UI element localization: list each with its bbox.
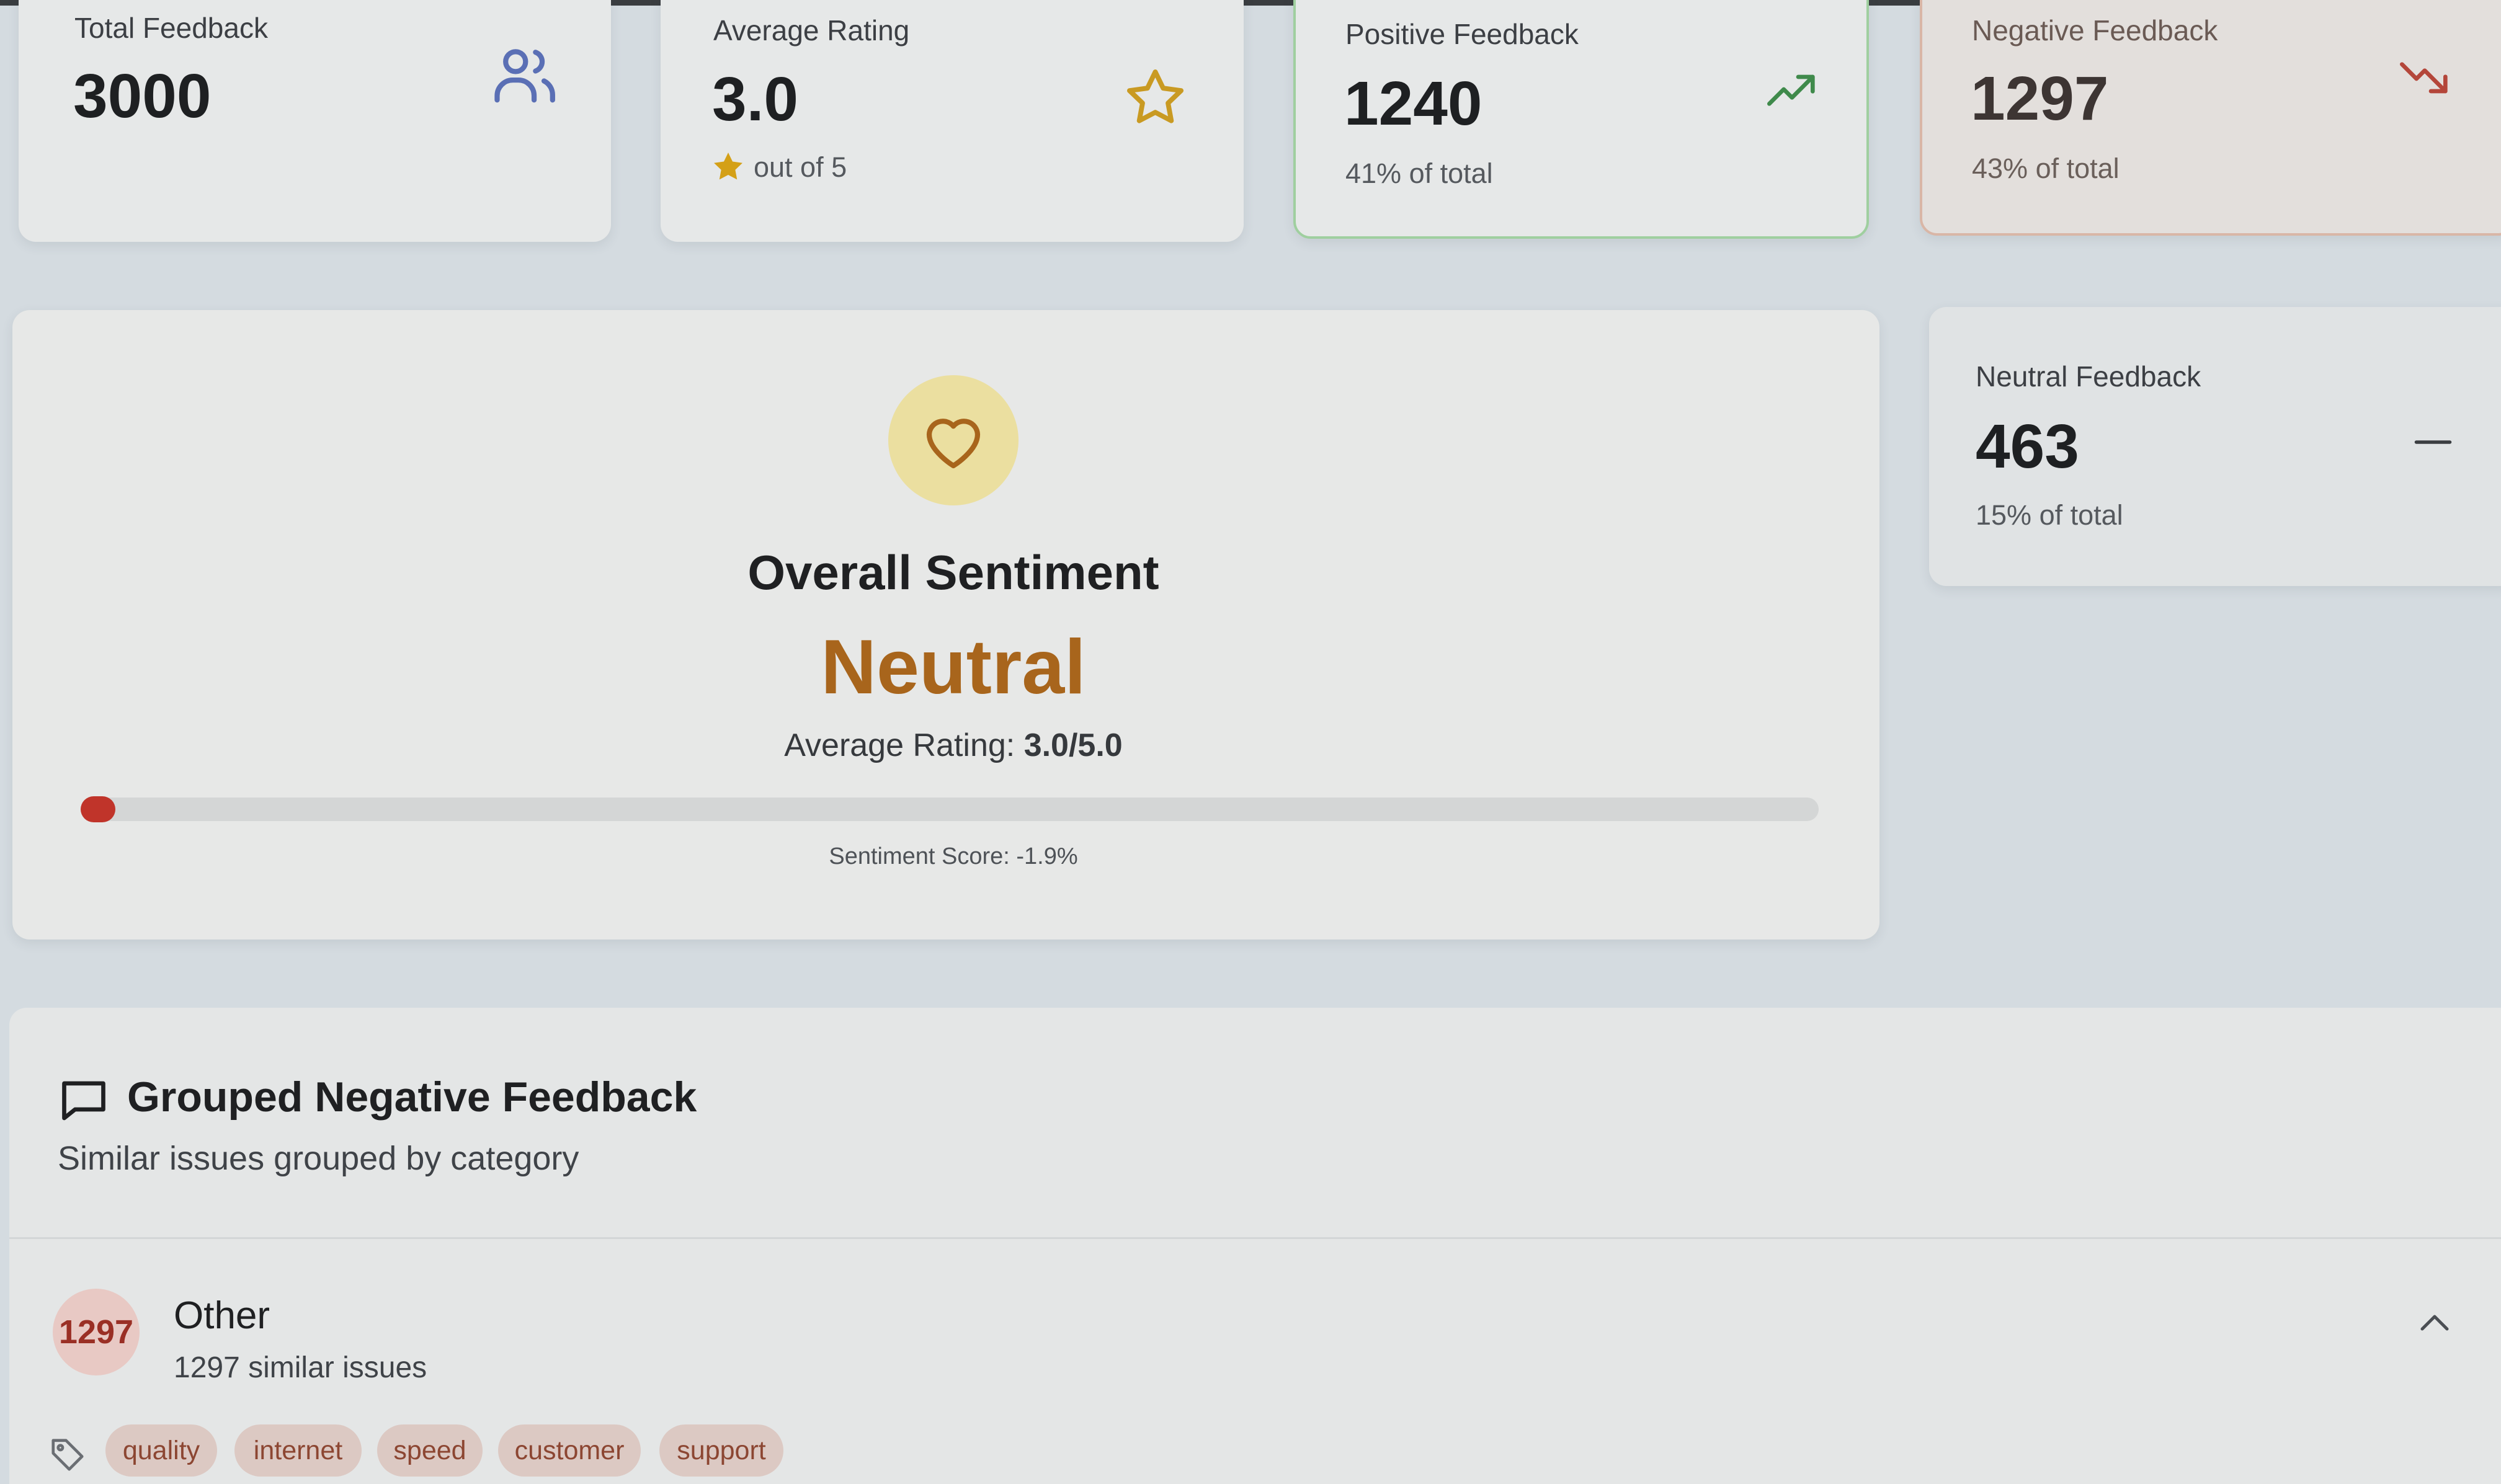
minus-icon <box>2413 438 2453 446</box>
average-rating-value: 3.0 <box>712 64 799 134</box>
rating-prefix: Average Rating: <box>784 727 1024 763</box>
dashboard: Total Feedback 3000 Average Rating 3.0 o… <box>0 0 2501 1484</box>
total-feedback-value: 3000 <box>73 61 212 131</box>
average-rating-label: Average Rating <box>713 14 910 47</box>
heart-icon-circle <box>888 375 1019 505</box>
neutral-feedback-label: Neutral Feedback <box>1976 360 2201 393</box>
negative-feedback-label: Negative Feedback <box>1972 14 2218 47</box>
average-rating-card: Average Rating 3.0 out of 5 <box>661 0 1244 242</box>
negative-feedback-sub: 43% of total <box>1972 153 2120 184</box>
negative-feedback-value: 1297 <box>1971 64 2109 133</box>
sentiment-progress-indicator <box>81 796 115 822</box>
chevron-up-icon[interactable] <box>2416 1310 2453 1335</box>
grouped-negative-feedback-section: Grouped Negative Feedback Similar issues… <box>9 1008 2501 1484</box>
average-rating-sub: out of 5 <box>754 151 847 183</box>
overall-sentiment-title: Overall Sentiment <box>747 545 1159 600</box>
group-count-badge: 1297 <box>53 1289 140 1375</box>
neutral-feedback-value: 463 <box>1976 412 2079 481</box>
trending-down-icon <box>2400 57 2450 100</box>
rating-value: 3.0/5.0 <box>1023 727 1123 763</box>
neutral-feedback-card: Neutral Feedback 463 15% of total <box>1929 307 2501 586</box>
tag-quality[interactable]: quality <box>105 1424 217 1477</box>
heart-icon <box>919 407 987 476</box>
positive-feedback-value: 1240 <box>1344 69 1482 138</box>
trending-up-icon <box>1767 68 1817 111</box>
tag-speed[interactable]: speed <box>377 1424 483 1477</box>
sentiment-progress-track <box>81 796 1819 822</box>
neutral-feedback-sub: 15% of total <box>1976 499 2123 531</box>
tag-internet[interactable]: internet <box>234 1424 362 1477</box>
grouped-feedback-title: Grouped Negative Feedback <box>127 1073 697 1121</box>
positive-feedback-card: Positive Feedback 1240 41% of total <box>1293 0 1869 239</box>
overall-sentiment-rating: Average Rating: 3.0/5.0 <box>12 727 1894 764</box>
negative-feedback-card: Negative Feedback 1297 43% of total <box>1920 0 2501 236</box>
overall-sentiment-card: Overall Sentiment Neutral Average Rating… <box>12 310 1879 940</box>
total-feedback-card: Total Feedback 3000 <box>19 0 611 242</box>
tag-support[interactable]: support <box>659 1424 783 1477</box>
total-feedback-label: Total Feedback <box>74 12 268 44</box>
small-star-icon <box>710 149 746 185</box>
group-detail: 1297 similar issues <box>174 1351 427 1384</box>
users-icon <box>490 40 558 109</box>
sentiment-score-text: Sentiment Score: -1.9% <box>829 843 1078 869</box>
tag-customer[interactable]: customer <box>498 1424 641 1477</box>
star-icon <box>1123 65 1188 130</box>
positive-feedback-sub: 41% of total <box>1345 158 1493 189</box>
group-name: Other <box>174 1294 270 1337</box>
message-square-icon <box>58 1075 110 1127</box>
positive-feedback-label: Positive Feedback <box>1345 18 1579 50</box>
grouped-feedback-subtitle: Similar issues grouped by category <box>58 1140 579 1177</box>
tag-icon <box>48 1436 87 1474</box>
overall-sentiment-value: Neutral <box>821 624 1086 710</box>
